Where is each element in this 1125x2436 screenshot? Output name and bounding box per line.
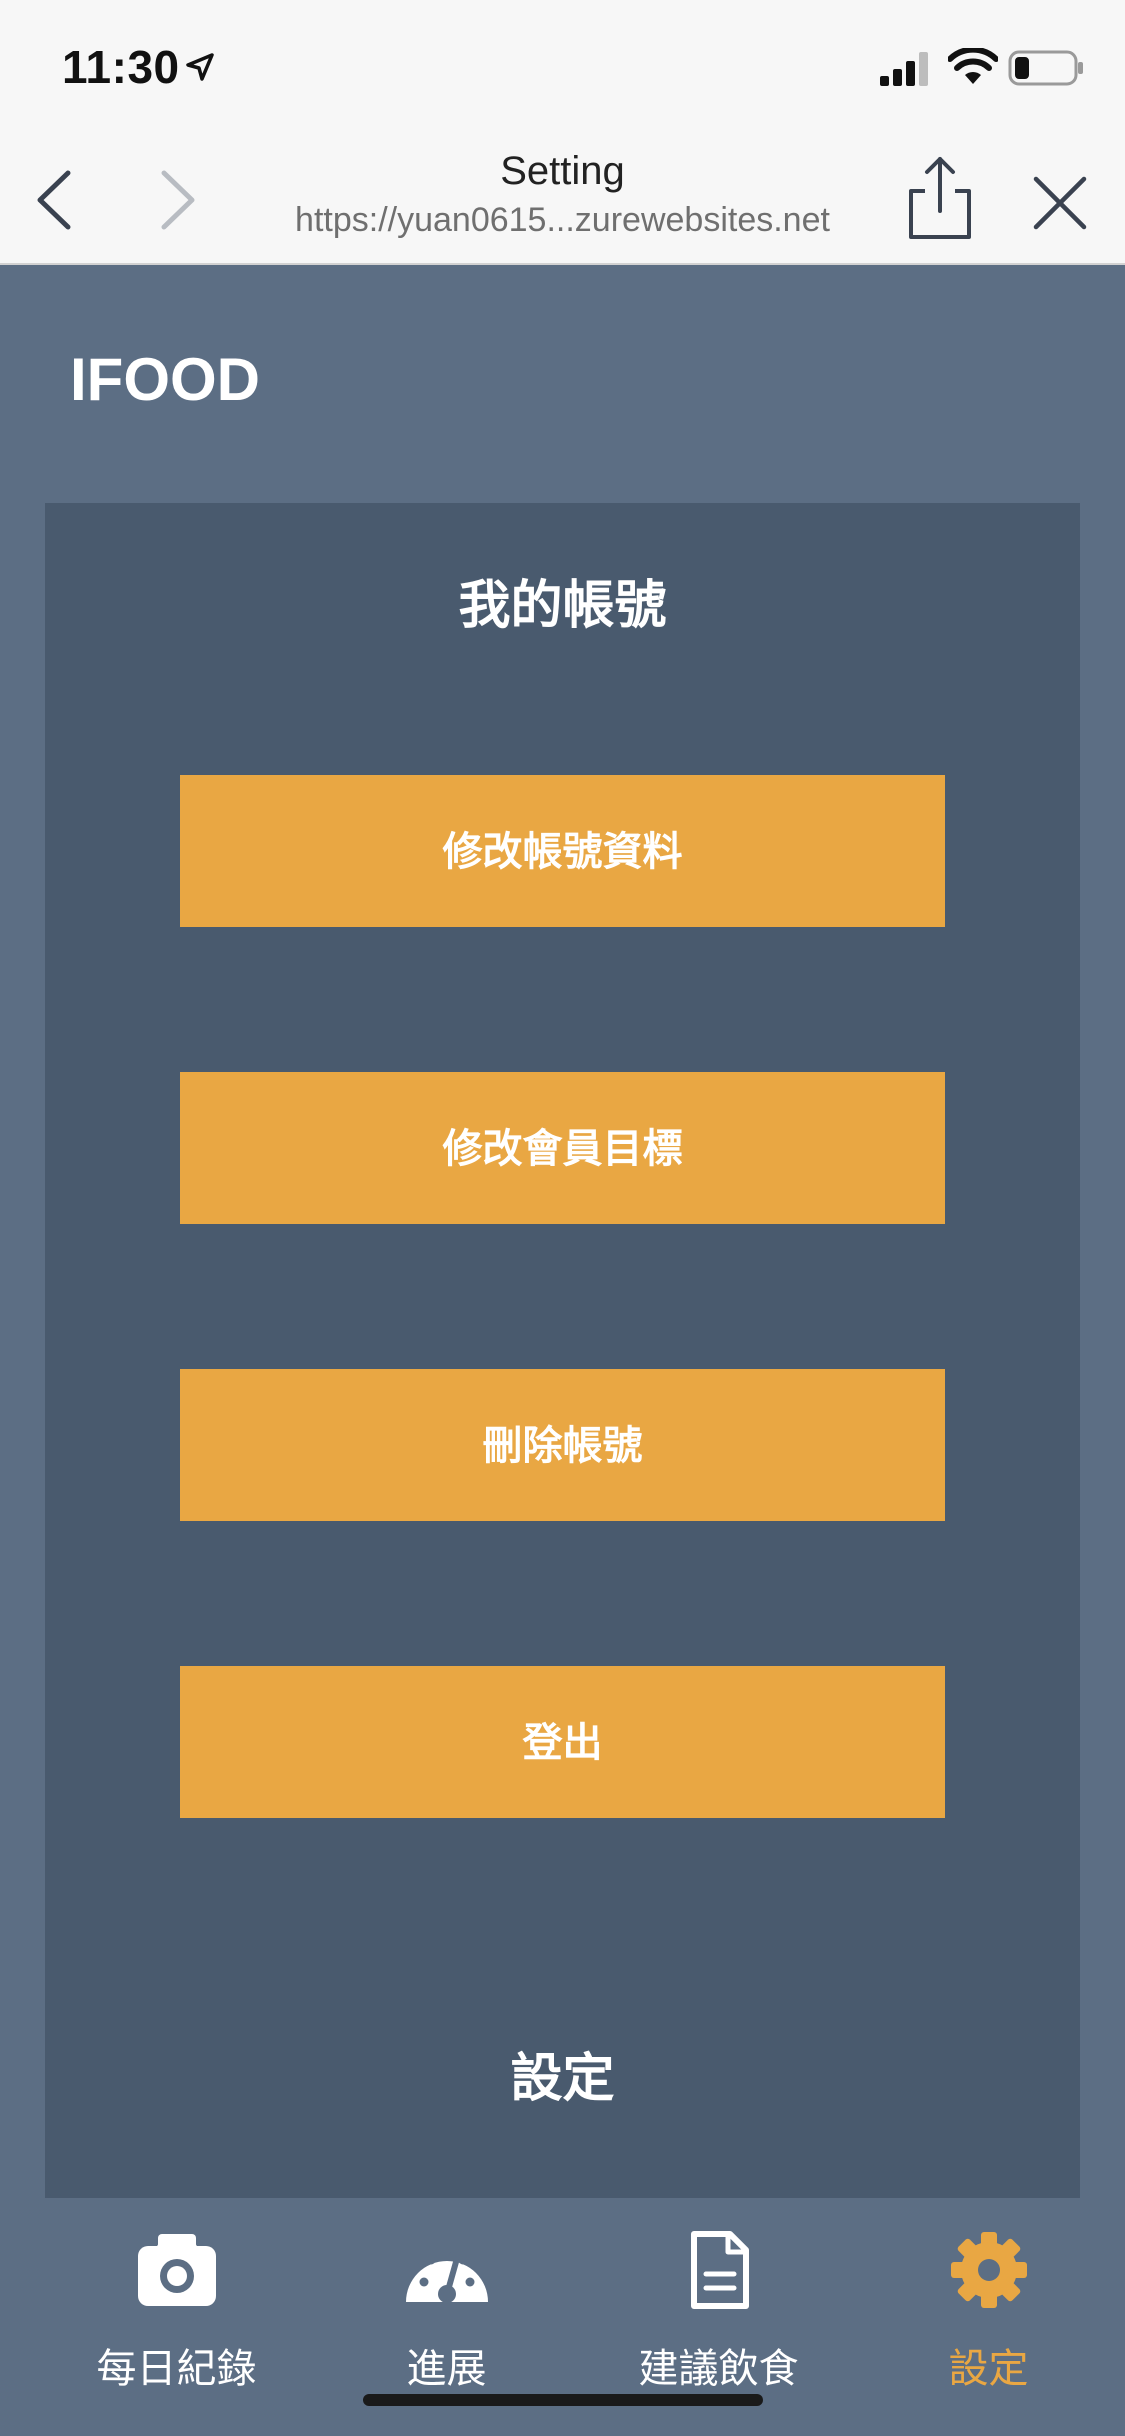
home-indicator[interactable]	[363, 2394, 763, 2406]
battery-icon	[1008, 50, 1083, 86]
location-arrow-icon	[186, 53, 214, 81]
camera-icon	[138, 2234, 216, 2306]
wifi-icon	[948, 48, 998, 84]
tab-label: 進展	[406, 2346, 487, 2392]
brand-logo[interactable]: IFOOD	[70, 345, 260, 414]
tab-daily-record[interactable]: 每日紀錄	[36, 2198, 317, 2436]
logout-button[interactable]: 登出	[180, 1666, 945, 1818]
status-bar: 11:30	[0, 0, 1125, 135]
delete-account-button[interactable]: 刪除帳號	[180, 1369, 945, 1521]
tab-label: 每日紀錄	[96, 2346, 257, 2392]
share-icon[interactable]	[905, 153, 975, 243]
cellular-signal-icon	[880, 52, 928, 86]
tab-label: 設定	[948, 2346, 1029, 2392]
status-time: 11:30	[62, 41, 180, 93]
settings-title: 設定	[510, 2049, 615, 2109]
gear-icon	[951, 2232, 1027, 2308]
close-icon[interactable]	[1030, 173, 1090, 233]
my-account-title: 我的帳號	[458, 576, 667, 636]
app-header: IFOOD	[0, 265, 1125, 503]
edit-account-button[interactable]: 修改帳號資料	[180, 775, 945, 927]
speedometer-icon	[406, 2245, 488, 2303]
tab-settings[interactable]: 設定	[848, 2198, 1125, 2436]
edit-goal-button[interactable]: 修改會員目標	[180, 1072, 945, 1224]
browser-toolbar: Setting https://yuan0615...zurewebsites.…	[0, 135, 1125, 265]
settings-panel: 我的帳號 修改帳號資料 修改會員目標 刪除帳號 登出 設定	[45, 503, 1080, 2198]
document-icon	[691, 2231, 749, 2309]
tab-label: 建議飲食	[638, 2346, 799, 2392]
